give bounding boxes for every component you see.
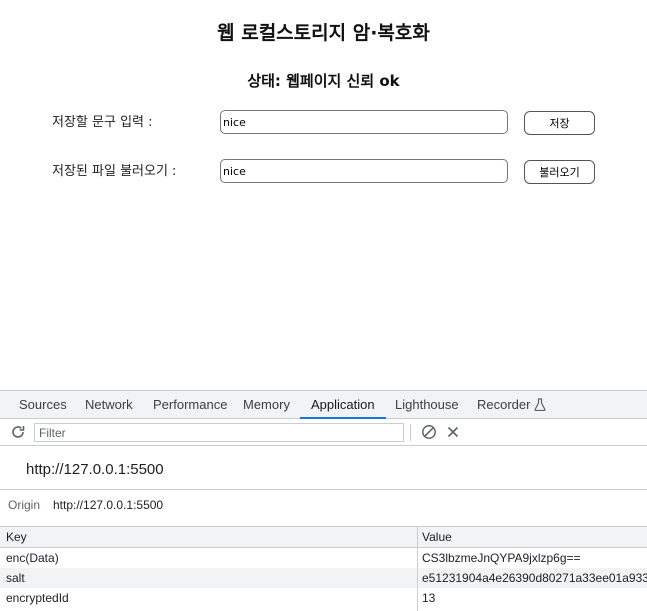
table-row[interactable]: salt e51231904a4e26390d80271a33ee01a933 (0, 568, 647, 588)
devtools-panel: Sources Network Performance Memory Appli… (0, 390, 647, 611)
load-file-label: 저장된 파일 불러오기 : (52, 164, 177, 179)
row-key: encryptedId (6, 591, 69, 605)
delete-icon[interactable] (443, 422, 463, 442)
table-row[interactable]: enc(Data) CS3lbzmeJnQYPA9jxlzp6g== (0, 548, 647, 568)
row-key: enc(Data) (6, 551, 59, 565)
row-value: CS3lbzmeJnQYPA9jxlzp6g== (422, 551, 581, 565)
tab-sources[interactable]: Sources (19, 391, 67, 419)
column-header-key[interactable]: Key (6, 527, 416, 547)
row-key: salt (6, 571, 25, 585)
row-value: e51231904a4e26390d80271a33ee01a933 (422, 571, 647, 585)
load-button[interactable]: 불러오기 (524, 160, 595, 184)
origin-label: Origin (8, 498, 41, 512)
loaded-text-input[interactable] (220, 159, 508, 183)
storage-table: Key Value enc(Data) CS3lbzmeJnQYPA9jxlzp… (0, 527, 647, 608)
status-text: 상태: 웹페이지 신뢰 ok (247, 72, 400, 90)
table-header: Key Value (0, 527, 647, 548)
origin-divider (0, 489, 647, 490)
column-divider[interactable] (417, 527, 418, 611)
tab-network[interactable]: Network (85, 391, 133, 419)
origin-value: http://127.0.0.1:5500 (53, 498, 164, 512)
tab-application[interactable]: Application (300, 391, 386, 419)
tab-recorder-label: Recorder (477, 397, 531, 412)
reload-icon[interactable] (8, 422, 28, 442)
web-page: 웹 로컬스토리지 암·복호화 상태: 웹페이지 신뢰 ok 저장할 문구 입력 … (0, 0, 647, 390)
tab-performance[interactable]: Performance (153, 391, 227, 419)
storage-toolbar (0, 419, 647, 446)
column-header-value[interactable]: Value (422, 527, 647, 547)
devtools-tab-bar: Sources Network Performance Memory Appli… (0, 391, 647, 419)
origin-heading: http://127.0.0.1:5500 (26, 461, 164, 478)
table-row[interactable]: encryptedId 13 (0, 588, 647, 608)
flask-icon (534, 393, 546, 421)
toolbar-divider (410, 424, 411, 441)
clear-all-icon[interactable] (419, 422, 439, 442)
page-title: 웹 로컬스토리지 암·복호화 (217, 22, 430, 44)
save-button[interactable]: 저장 (524, 111, 595, 135)
tab-lighthouse[interactable]: Lighthouse (395, 391, 459, 419)
filter-input[interactable] (34, 423, 404, 442)
row-value: 13 (422, 591, 436, 605)
tab-recorder[interactable]: Recorder (477, 391, 546, 419)
tab-memory[interactable]: Memory (243, 391, 290, 419)
save-text-label: 저장할 문구 입력 : (52, 115, 153, 130)
save-text-input[interactable] (220, 110, 508, 134)
